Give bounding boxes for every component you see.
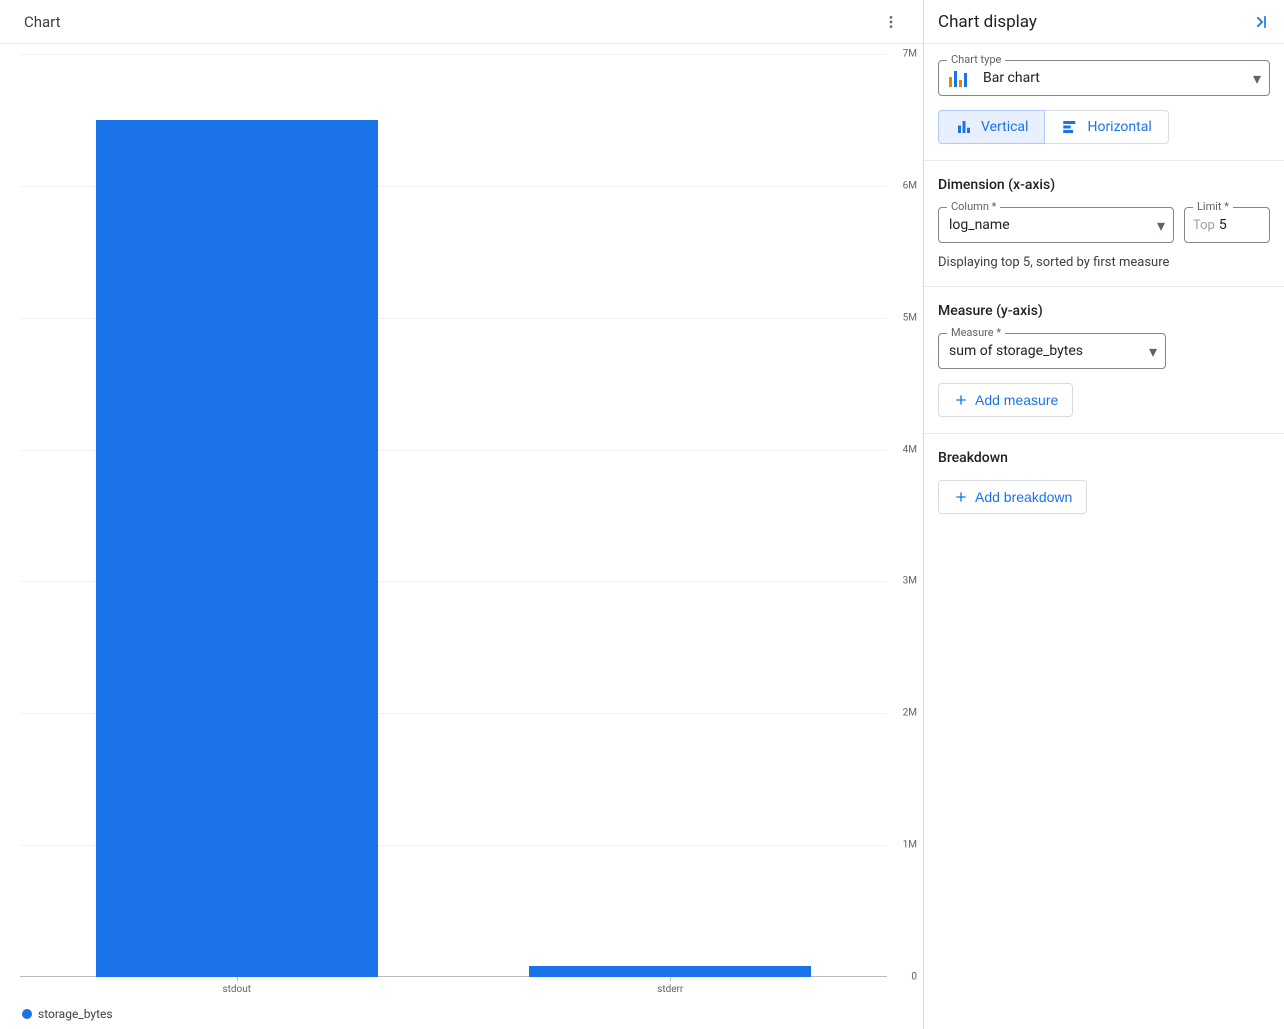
legend-swatch-icon <box>22 1009 32 1019</box>
legend-label: storage_bytes <box>38 1007 113 1021</box>
chart-area: 01M2M3M4M5M6M7Mstdoutstderr storage_byte… <box>0 44 923 1029</box>
add-measure-button[interactable]: Add measure <box>938 383 1073 417</box>
x-tick-label: stdout <box>222 984 251 995</box>
limit-field[interactable]: Limit * Top <box>1184 207 1270 243</box>
y-tick-label: 4M <box>903 444 917 455</box>
y-tick-label: 6M <box>903 180 917 191</box>
limit-input[interactable] <box>1219 217 1261 233</box>
dimension-hint: Displaying top 5, sorted by first measur… <box>938 255 1270 270</box>
measure-section-title: Measure (y-axis) <box>938 303 1270 319</box>
dimension-column-value: log_name <box>949 217 1157 233</box>
chart-display-body: Chart type Bar chart ▾ Vertical Horizont… <box>924 44 1284 530</box>
chart-display-panel: Chart display Chart type Bar chart ▾ Ver… <box>924 0 1284 1029</box>
divider <box>924 160 1284 161</box>
chart-title: Chart <box>24 13 61 31</box>
plus-icon <box>953 489 969 505</box>
bar-column: stderr <box>454 54 888 977</box>
dimension-column-label: Column * <box>947 200 1000 213</box>
y-tick-label: 3M <box>903 576 917 587</box>
chart-display-title: Chart display <box>938 12 1037 32</box>
limit-prefix: Top <box>1193 218 1215 233</box>
caret-down-icon: ▾ <box>1253 69 1261 88</box>
chart-type-value: Bar chart <box>983 70 1253 86</box>
measure-select[interactable]: Measure * sum of storage_bytes ▾ <box>938 333 1166 369</box>
caret-down-icon: ▾ <box>1157 216 1165 235</box>
chart-plot[interactable]: 01M2M3M4M5M6M7Mstdoutstderr <box>20 54 887 977</box>
chart-type-select[interactable]: Chart type Bar chart ▾ <box>938 60 1270 96</box>
chart-options-menu[interactable] <box>875 6 907 38</box>
orientation-toggle: Vertical Horizontal <box>938 110 1270 144</box>
plus-icon <box>953 392 969 408</box>
measure-label: Measure * <box>947 326 1005 339</box>
horizontal-toggle[interactable]: Horizontal <box>1044 110 1168 144</box>
bar-column: stdout <box>20 54 454 977</box>
dimension-column-select[interactable]: Column * log_name ▾ <box>938 207 1174 243</box>
x-tick-label: stderr <box>657 984 683 995</box>
divider <box>924 286 1284 287</box>
add-breakdown-label: Add breakdown <box>975 489 1072 505</box>
chart-panel: Chart 01M2M3M4M5M6M7Mstdoutstderr storag… <box>0 0 924 1029</box>
chart-type-label: Chart type <box>947 53 1005 66</box>
add-measure-label: Add measure <box>975 392 1058 408</box>
y-tick-label: 5M <box>903 312 917 323</box>
bar-chart-icon <box>949 69 975 87</box>
limit-label: Limit * <box>1193 200 1233 213</box>
chart-display-header: Chart display <box>924 0 1284 44</box>
bar[interactable] <box>529 966 811 977</box>
horizontal-label: Horizontal <box>1087 119 1151 135</box>
vertical-bars-icon <box>955 118 973 136</box>
dimension-section-title: Dimension (x-axis) <box>938 177 1270 193</box>
breakdown-section-title: Breakdown <box>938 450 1270 466</box>
chevron-collapse-icon <box>1250 12 1270 32</box>
chart-header: Chart <box>0 0 923 44</box>
divider <box>924 433 1284 434</box>
collapse-panel-button[interactable] <box>1250 12 1270 32</box>
y-tick-label: 7M <box>903 49 917 60</box>
y-tick-label: 2M <box>903 708 917 719</box>
y-tick-label: 0 <box>911 972 917 983</box>
kebab-icon <box>883 14 899 30</box>
vertical-label: Vertical <box>981 119 1028 135</box>
bars-container: stdoutstderr <box>20 54 887 977</box>
horizontal-bars-icon <box>1061 118 1079 136</box>
bar[interactable] <box>96 120 378 977</box>
caret-down-icon: ▾ <box>1149 342 1157 361</box>
add-breakdown-button[interactable]: Add breakdown <box>938 480 1087 514</box>
y-tick-label: 1M <box>903 840 917 851</box>
vertical-toggle[interactable]: Vertical <box>938 110 1045 144</box>
chart-legend: storage_bytes <box>20 1001 887 1021</box>
measure-value: sum of storage_bytes <box>949 343 1149 359</box>
